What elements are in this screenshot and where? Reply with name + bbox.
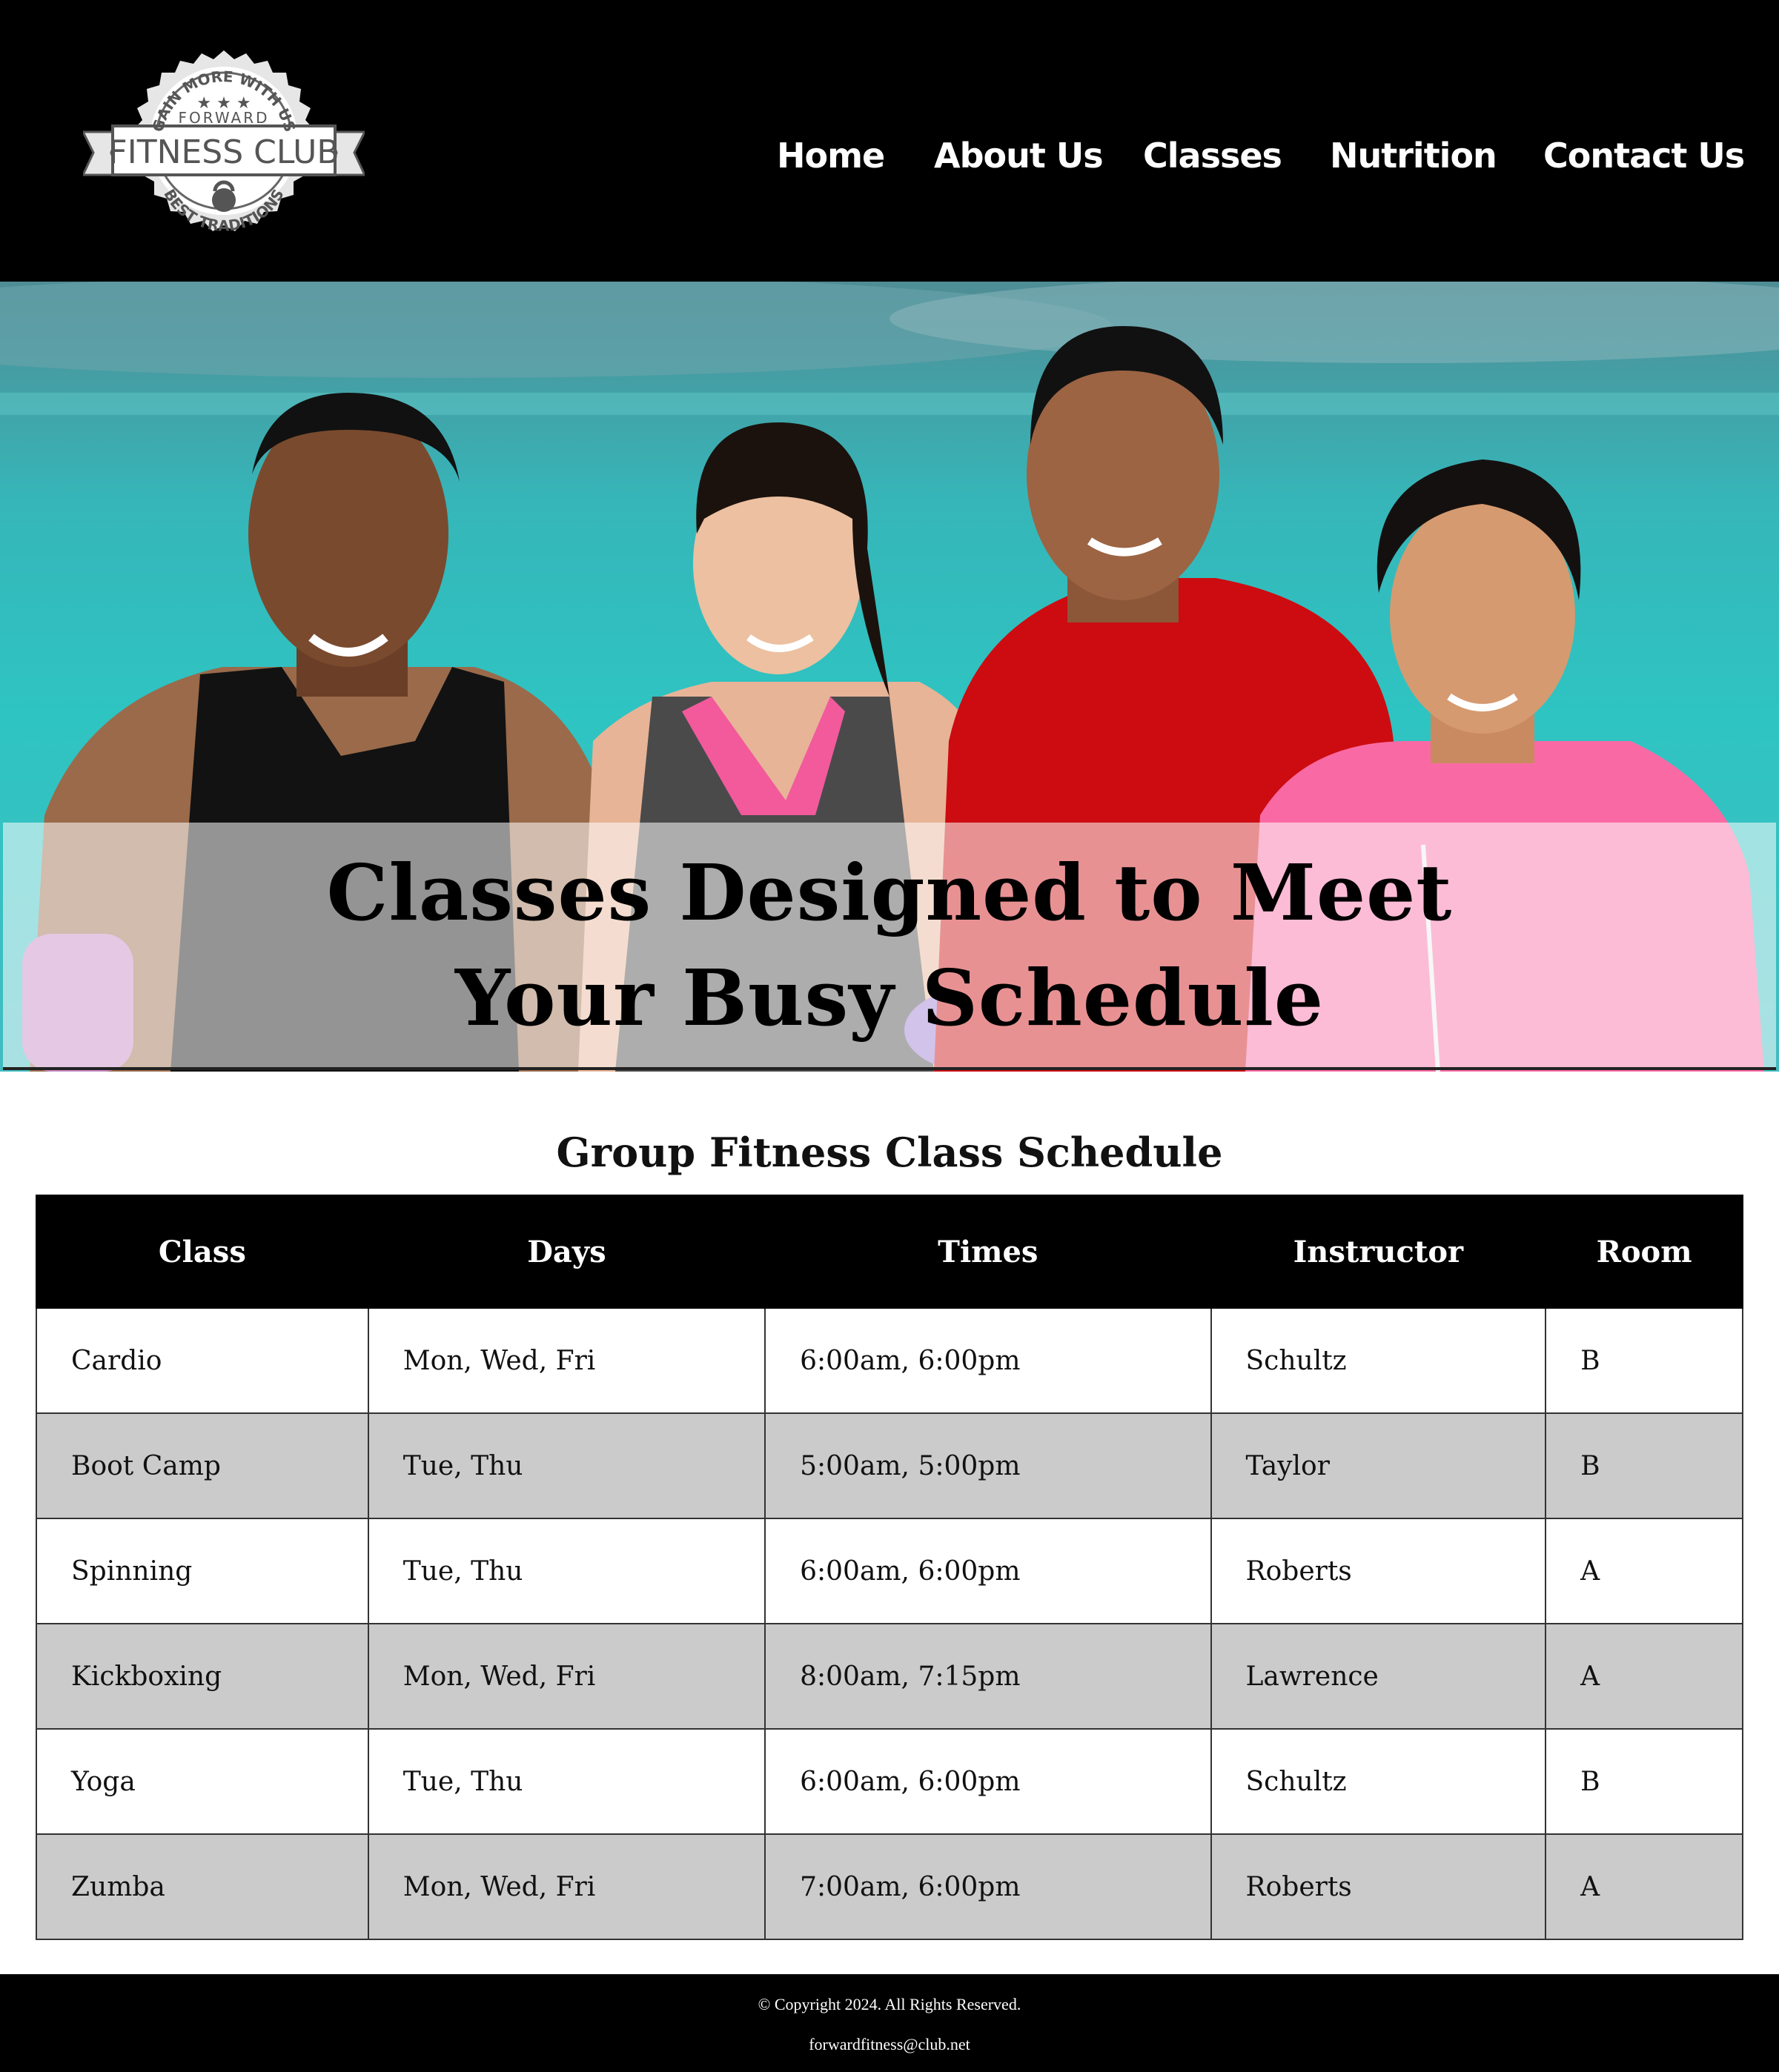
table-row: Cardio Mon, Wed, Fri 6:00am, 6:00pm Schu… <box>36 1307 1743 1414</box>
cell-class: Kickboxing <box>36 1623 369 1730</box>
footer-email[interactable]: forwardfitness@club.net <box>0 2032 1779 2057</box>
cell-instructor: Roberts <box>1210 1518 1547 1624</box>
schedule-title: Group Fitness Class Schedule <box>556 1129 1223 1176</box>
hero-title-line1: Classes Designed to Meet <box>326 847 1453 938</box>
site-header: FITNESS CLUB FORWARD ★ ★ ★ GAIN MORE WIT… <box>0 0 1779 282</box>
column-header-room: Room <box>1545 1195 1743 1309</box>
cell-instructor: Lawrence <box>1210 1623 1547 1730</box>
cell-days: Mon, Wed, Fri <box>367 1833 766 1940</box>
hero-title: Classes Designed to Meet Your Busy Sched… <box>0 840 1779 1051</box>
nav-contact-us[interactable]: Contact Us <box>1543 126 1745 185</box>
table-header-row: Class Days Times Instructor Room <box>36 1195 1743 1309</box>
cell-days: Mon, Wed, Fri <box>367 1307 766 1414</box>
cell-days: Tue, Thu <box>367 1518 766 1624</box>
cell-times: 7:00am, 6:00pm <box>764 1833 1212 1940</box>
cell-instructor: Taylor <box>1210 1412 1547 1519</box>
nav-home[interactable]: Home <box>777 126 885 185</box>
table-row: Spinning Tue, Thu 6:00am, 6:00pm Roberts… <box>36 1518 1743 1624</box>
cell-times: 6:00am, 6:00pm <box>764 1518 1212 1624</box>
cell-room: B <box>1545 1728 1743 1835</box>
cell-class: Cardio <box>36 1307 369 1414</box>
cell-instructor: Roberts <box>1210 1833 1547 1940</box>
column-header-class: Class <box>36 1195 369 1309</box>
site-footer: © Copyright 2024. All Rights Reserved. f… <box>0 1974 1779 2072</box>
cell-class: Boot Camp <box>36 1412 369 1519</box>
column-header-times: Times <box>764 1195 1212 1309</box>
cell-room: A <box>1545 1833 1743 1940</box>
column-header-days: Days <box>367 1195 766 1309</box>
table-row: Zumba Mon, Wed, Fri 7:00am, 6:00pm Rober… <box>36 1833 1743 1940</box>
hero-title-line2: Your Busy Schedule <box>454 952 1325 1043</box>
cell-times: 6:00am, 6:00pm <box>764 1728 1212 1835</box>
cell-times: 8:00am, 7:15pm <box>764 1623 1212 1730</box>
cell-days: Tue, Thu <box>367 1412 766 1519</box>
cell-days: Mon, Wed, Fri <box>367 1623 766 1730</box>
fitness-club-logo[interactable]: FITNESS CLUB FORWARD ★ ★ ★ GAIN MORE WIT… <box>81 49 367 264</box>
table-row: Kickboxing Mon, Wed, Fri 8:00am, 7:15pm … <box>36 1623 1743 1730</box>
cell-room: A <box>1545 1518 1743 1624</box>
column-header-instructor: Instructor <box>1210 1195 1547 1309</box>
cell-days: Tue, Thu <box>367 1728 766 1835</box>
cell-class: Yoga <box>36 1728 369 1835</box>
footer-copyright: © Copyright 2024. All Rights Reserved. <box>758 1995 1021 2013</box>
cell-instructor: Schultz <box>1210 1728 1547 1835</box>
cell-class: Zumba <box>36 1833 369 1940</box>
svg-text:★ ★ ★: ★ ★ ★ <box>196 94 251 113</box>
nav-nutrition[interactable]: Nutrition <box>1330 126 1497 185</box>
cell-room: B <box>1545 1412 1743 1519</box>
nav-classes[interactable]: Classes <box>1143 126 1282 185</box>
table-row: Boot Camp Tue, Thu 5:00am, 5:00pm Taylor… <box>36 1412 1743 1519</box>
table-row: Yoga Tue, Thu 6:00am, 6:00pm Schultz B <box>36 1728 1743 1835</box>
logo-brand-main: FITNESS CLUB <box>108 133 339 171</box>
cell-room: B <box>1545 1307 1743 1414</box>
cell-class: Spinning <box>36 1518 369 1624</box>
cell-instructor: Schultz <box>1210 1307 1547 1414</box>
class-schedule-table: Class Days Times Instructor Room Cardio … <box>36 1195 1743 1940</box>
hero-banner: Classes Designed to Meet Your Busy Sched… <box>0 282 1779 1072</box>
cell-times: 6:00am, 6:00pm <box>764 1307 1212 1414</box>
nav-about-us[interactable]: About Us <box>934 126 1104 185</box>
cell-room: A <box>1545 1623 1743 1730</box>
logo-badge-icon: FITNESS CLUB FORWARD ★ ★ ★ GAIN MORE WIT… <box>81 50 367 234</box>
cell-times: 5:00am, 5:00pm <box>764 1412 1212 1519</box>
